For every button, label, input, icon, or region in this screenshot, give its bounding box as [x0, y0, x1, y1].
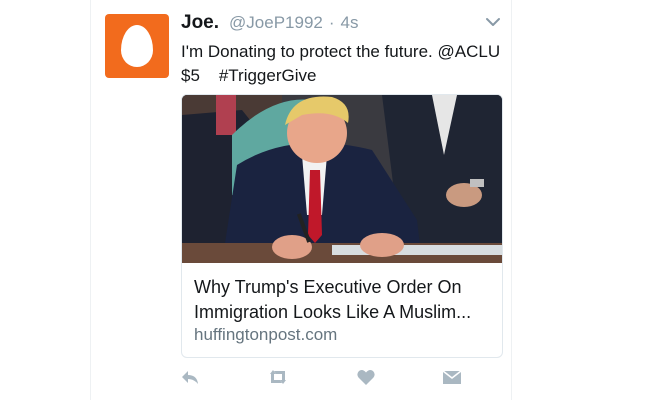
- separator-dot: ·: [328, 13, 335, 32]
- card-title-line2: Immigration Looks Like A Muslim...: [194, 302, 472, 322]
- user-handle[interactable]: @JoeP1992: [229, 13, 323, 33]
- avatar[interactable]: [105, 14, 169, 78]
- display-name[interactable]: Joe.: [181, 12, 219, 34]
- card-photo: [182, 95, 502, 263]
- tweet: Joe. @JoeP1992 · 4s I'm Donating to prot…: [90, 0, 512, 400]
- heart-icon[interactable]: [355, 366, 377, 388]
- egg-avatar-icon: [121, 25, 153, 67]
- tweet-text: I'm Donating to protect the future. @ACL…: [181, 40, 511, 88]
- tweet-header: Joe. @JoeP1992 · 4s: [181, 12, 501, 38]
- timestamp[interactable]: 4s: [341, 13, 359, 33]
- card-title[interactable]: Why Trump's Executive Order On Immigrati…: [194, 275, 494, 325]
- hashtag-link[interactable]: #TriggerGive: [219, 66, 317, 85]
- tweet-text-line1: I'm Donating to protect the future. @ACL…: [181, 42, 501, 61]
- card-domain[interactable]: huffingtonpost.com: [194, 325, 337, 345]
- chevron-down-icon[interactable]: [485, 16, 501, 28]
- retweet-icon[interactable]: [267, 366, 289, 388]
- tweet-actions: [179, 366, 469, 388]
- donation-amount: $5: [181, 66, 200, 85]
- link-card[interactable]: Why Trump's Executive Order On Immigrati…: [181, 94, 503, 358]
- card-title-line1: Why Trump's Executive Order On: [194, 277, 462, 297]
- envelope-icon[interactable]: [441, 366, 463, 388]
- reply-icon[interactable]: [179, 366, 201, 388]
